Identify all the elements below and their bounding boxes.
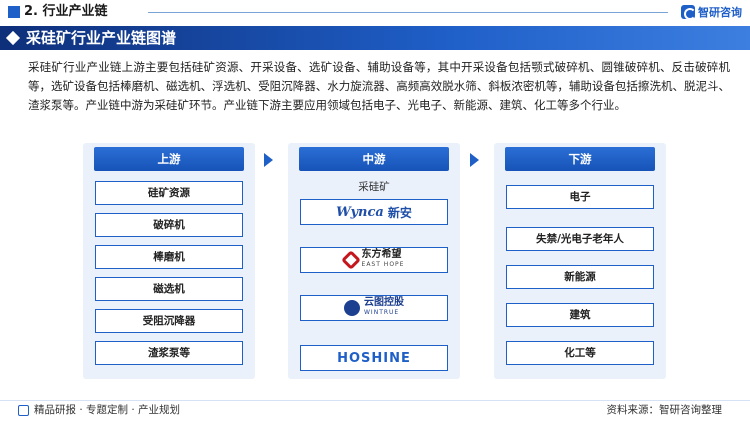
easthope-mark-icon <box>340 250 361 270</box>
logo-text: 云图控股 <box>364 297 404 308</box>
description-paragraph: 采硅矿行业产业链上游主要包括硅矿资源、开采设备、选矿设备、辅助设备等，其中开采设… <box>28 60 730 112</box>
document-icon <box>18 405 29 416</box>
downstream-panel: 下游 电子 失禁/光电子老年人 新能源 建筑 化工等 <box>494 143 666 379</box>
upstream-item: 磁选机 <box>95 277 243 301</box>
section-divider <box>148 12 668 13</box>
footer-divider <box>0 400 750 401</box>
footer-services: 精品研报 · 专题定制 · 产业规划 <box>34 404 181 416</box>
chevron-right-icon <box>264 153 273 167</box>
upstream-item: 棒磨机 <box>95 245 243 269</box>
upstream-item: 渣浆泵等 <box>95 341 243 365</box>
midstream-label: 采硅矿 <box>358 181 390 193</box>
midstream-panel: 中游 采硅矿 Wynca 新安 东方希望 EAST HOPE 云图控股 WINT… <box>288 143 460 379</box>
upstream-header: 上游 <box>94 147 244 171</box>
diamond-icon <box>5 30 21 46</box>
brand-logo-icon <box>681 5 696 20</box>
logo-text: WINTRUE <box>364 309 400 316</box>
downstream-item: 失禁/光电子老年人 <box>506 227 654 251</box>
upstream-panel: 上游 硅矿资源 破碎机 棒磨机 磁选机 受阻沉降器 渣浆泵等 <box>83 143 255 379</box>
section-marker-icon <box>8 6 20 18</box>
upstream-item: 受阻沉降器 <box>95 309 243 333</box>
downstream-item: 建筑 <box>506 303 654 327</box>
downstream-item: 电子 <box>506 185 654 209</box>
company-logo-hoshine: HOSHINE <box>300 345 448 371</box>
downstream-item: 新能源 <box>506 265 654 289</box>
downstream-item: 化工等 <box>506 341 654 365</box>
company-logo-wynca: Wynca 新安 <box>300 199 448 225</box>
downstream-header: 下游 <box>505 147 655 171</box>
source-note: 资料来源：智研咨询整理 <box>606 404 723 416</box>
logo-text: Wynca <box>336 204 384 220</box>
section-title: 2. 行业产业链 <box>24 4 108 19</box>
logo-text: HOSHINE <box>337 350 411 366</box>
logo-text: 东方希望 <box>361 249 402 260</box>
wintrue-mark-icon <box>344 300 360 316</box>
chevron-right-icon <box>470 153 479 167</box>
section-header: 2. 行业产业链 智研咨询 <box>0 0 750 24</box>
title-banner: 采硅矿行业产业链图谱 <box>0 26 750 50</box>
upstream-item: 硅矿资源 <box>95 181 243 205</box>
company-logo-wintrue: 云图控股 WINTRUE <box>300 295 448 321</box>
midstream-header: 中游 <box>299 147 449 171</box>
footer: 精品研报 · 专题定制 · 产业规划 资料来源：智研咨询整理 <box>0 400 750 421</box>
upstream-item: 破碎机 <box>95 213 243 237</box>
company-logo-easthope: 东方希望 EAST HOPE <box>300 247 448 273</box>
logo-text: 新安 <box>387 205 412 220</box>
page-title: 采硅矿行业产业链图谱 <box>26 29 177 47</box>
brand-logo[interactable]: 智研咨询 <box>681 4 742 20</box>
brand-name: 智研咨询 <box>698 6 742 19</box>
logo-text: EAST HOPE <box>361 261 405 268</box>
